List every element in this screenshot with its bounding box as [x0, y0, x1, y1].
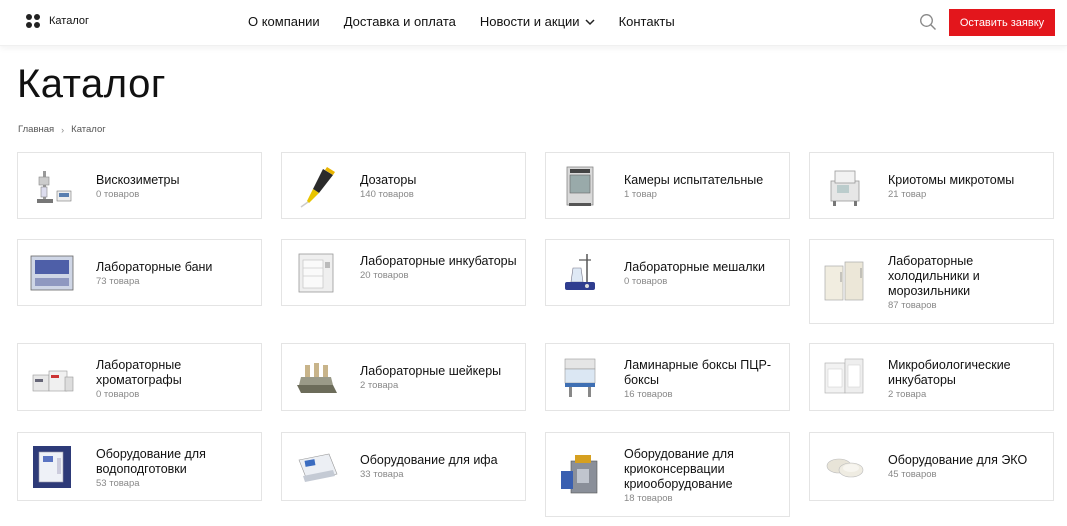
category-name: Лабораторные мешалки — [624, 260, 765, 274]
category-name: Вискозиметры — [96, 173, 180, 187]
breadcrumb-current: Каталог — [71, 124, 106, 135]
nav-about[interactable]: О компании — [248, 14, 320, 29]
category-count: 2 товара — [360, 380, 399, 391]
water-purifier-image — [33, 446, 71, 488]
category-count: 0 товаров — [96, 389, 140, 400]
category-count: 87 товаров — [888, 300, 937, 311]
category-card-viscometers[interactable]: Вискозиметры 0 товаров — [17, 152, 262, 219]
viscometer-image — [37, 171, 72, 203]
category-count: 140 товаров — [360, 189, 414, 200]
test-chamber-image — [566, 166, 594, 206]
breadcrumb: Главная › Каталог — [18, 124, 106, 135]
ivf-equipment-image — [826, 458, 864, 478]
chevron-down-icon — [585, 18, 595, 25]
micro-incubator-image — [824, 358, 864, 394]
pipette-image — [300, 167, 335, 208]
category-count: 20 товаров — [360, 270, 409, 281]
category-card-dispensers[interactable]: Дозаторы 140 товаров — [281, 152, 526, 219]
category-count: 45 товаров — [888, 469, 937, 480]
category-card-ivf[interactable]: Оборудование для ЭКО 45 товаров — [809, 432, 1054, 501]
page-title: Каталог — [17, 62, 166, 106]
category-name: Ламинарные боксы ПЦР-боксы — [624, 358, 772, 387]
fridge-image — [824, 261, 864, 301]
category-card-laminar-boxes[interactable]: Ламинарные боксы ПЦР-боксы 16 товаров — [545, 343, 790, 411]
category-count: 16 товаров — [624, 389, 673, 400]
nav-delivery-label: Доставка и оплата — [343, 14, 456, 29]
elisa-reader-image — [298, 453, 338, 482]
category-count: 53 товара — [96, 478, 140, 489]
chromatograph-image — [32, 370, 74, 392]
category-card-cryotomes[interactable]: Криотомы микротомы 21 товар — [809, 152, 1054, 219]
category-name: Оборудование для водоподготовки — [96, 447, 206, 476]
laminar-box-image — [564, 358, 596, 397]
nav-news-label: Новости и акции — [479, 14, 580, 29]
nav-contacts-label: Контакты — [618, 14, 675, 29]
category-count: 0 товаров — [96, 189, 140, 200]
category-name: Лабораторные хроматографы — [96, 358, 182, 387]
category-name: Микробиологические инкубаторы — [888, 358, 1011, 387]
category-count: 1 товар — [624, 189, 657, 200]
category-card-lab-fridges[interactable]: Лабораторные холодильники и морозильники… — [809, 239, 1054, 324]
shaker-image — [297, 363, 337, 393]
category-name: Оборудование для ифа — [360, 453, 498, 467]
catalog-menu-button[interactable]: Каталог — [26, 14, 89, 28]
site-header: Каталог О компании Доставка и оплата Нов… — [0, 0, 1067, 46]
search-icon[interactable] — [919, 13, 937, 31]
category-card-chromatographs[interactable]: Лабораторные хроматографы 0 товаров — [17, 343, 262, 411]
category-count: 33 товара — [360, 469, 404, 480]
category-card-test-chambers[interactable]: Камеры испытательные 1 товар — [545, 152, 790, 219]
category-card-water-treatment[interactable]: Оборудование для водоподготовки 53 товар… — [17, 432, 262, 501]
lab-bath-image — [30, 255, 74, 291]
incubator-image — [298, 253, 334, 293]
category-card-cryopreservation[interactable]: Оборудование для криоконсервации криообо… — [545, 432, 790, 517]
nav-news[interactable]: Новости и акции — [480, 14, 595, 29]
cryotome-image — [830, 170, 860, 206]
category-count: 0 товаров — [624, 276, 668, 287]
category-card-elisa[interactable]: Оборудование для ифа 33 товара — [281, 432, 526, 501]
category-name: Лабораторные бани — [96, 260, 213, 274]
category-card-lab-incubators[interactable]: Лабораторные инкубаторы 20 товаров — [281, 239, 526, 306]
cryo-equipment-image — [561, 455, 598, 494]
category-name: Дозаторы — [360, 173, 417, 187]
nav-contacts[interactable]: Контакты — [619, 14, 675, 29]
category-name: Оборудование для ЭКО — [888, 453, 1028, 467]
category-card-lab-stirrers[interactable]: Лабораторные мешалки 0 товаров — [545, 239, 790, 306]
category-card-micro-incubators[interactable]: Микробиологические инкубаторы 2 товара — [809, 343, 1054, 411]
leave-request-button[interactable]: Оставить заявку — [949, 9, 1055, 36]
nav-about-label: О компании — [248, 14, 320, 29]
category-name: Лабораторные холодильники и морозильники — [888, 254, 980, 298]
category-count: 2 товара — [888, 389, 927, 400]
breadcrumb-home-link[interactable]: Главная — [18, 124, 54, 135]
category-name: Криотомы микротомы — [888, 173, 1015, 187]
category-name: Камеры испытательные — [624, 173, 764, 187]
category-card-shakers[interactable]: Лабораторные шейкеры 2 товара — [281, 343, 526, 411]
grid-dots-icon — [26, 14, 40, 28]
category-name: Лабораторные шейкеры — [360, 364, 502, 378]
breadcrumb-separator-icon: › — [61, 124, 65, 135]
category-name: Лабораторные инкубаторы — [360, 254, 517, 268]
nav-delivery[interactable]: Доставка и оплата — [344, 14, 456, 29]
main-nav: О компании Доставка и оплата Новости и а… — [248, 14, 699, 29]
category-name: Оборудование для криоконсервации криообо… — [624, 447, 734, 491]
stirrer-image — [565, 254, 595, 290]
category-count: 21 товар — [888, 189, 927, 200]
category-count: 73 товара — [96, 276, 140, 287]
category-card-lab-baths[interactable]: Лабораторные бани 73 товара — [17, 239, 262, 306]
catalog-menu-label: Каталог — [49, 15, 89, 27]
category-count: 18 товаров — [624, 493, 673, 504]
